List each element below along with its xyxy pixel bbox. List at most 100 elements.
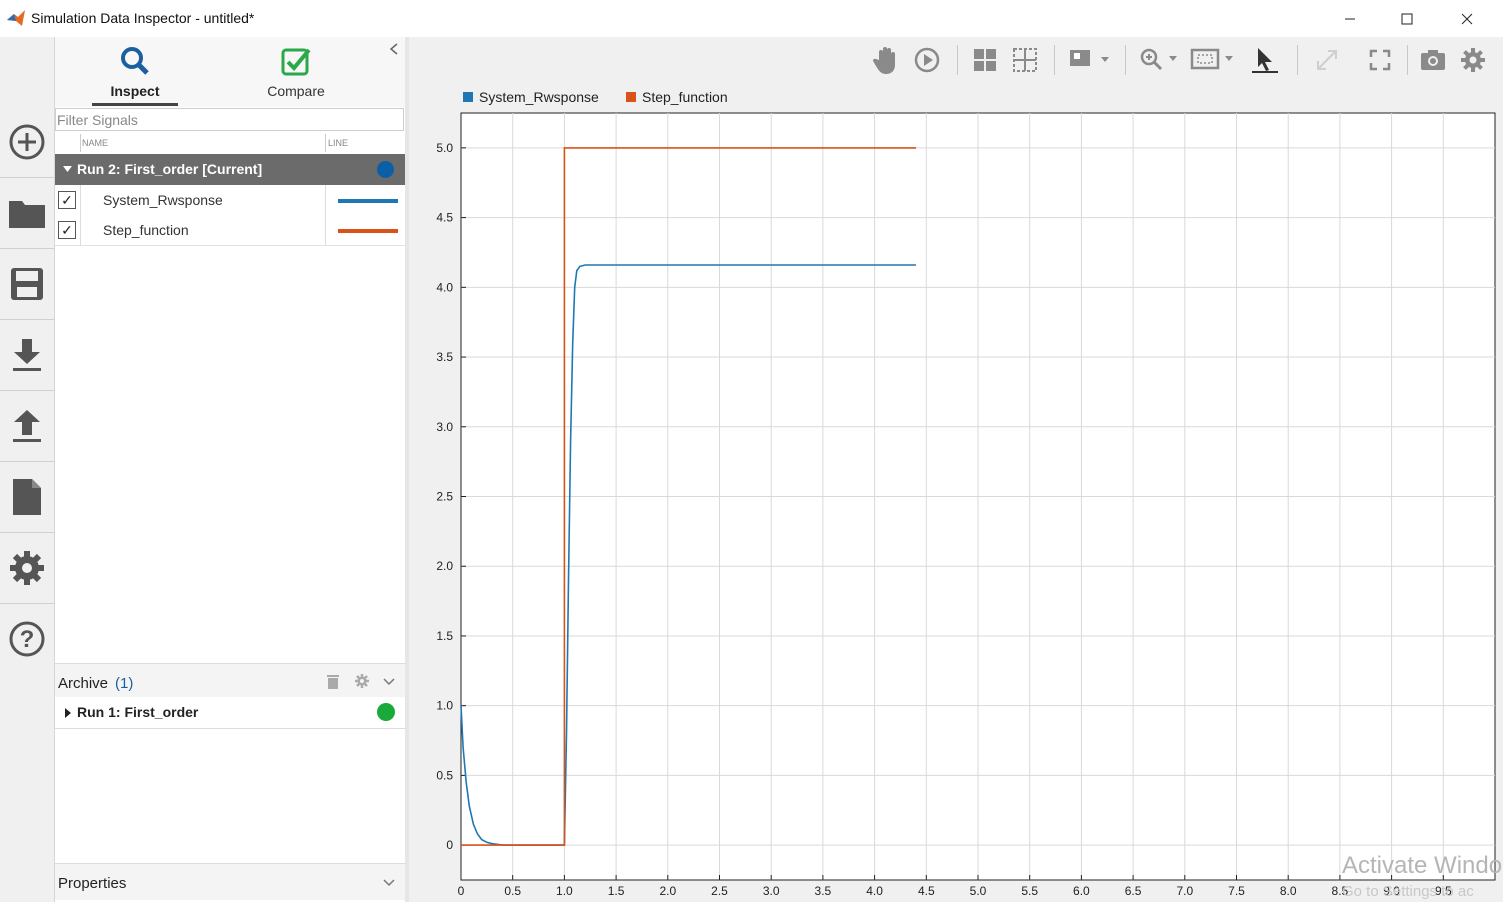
- x-tick-label: 5.0: [970, 884, 987, 898]
- tab-inspect-label: Inspect: [110, 83, 160, 99]
- column-header: NAME LINE: [55, 134, 405, 152]
- activation-watermark: Activate Windo: [1342, 852, 1503, 879]
- divider: [325, 215, 326, 245]
- current-run-label: Run 2: First_order [Current]: [77, 161, 263, 177]
- signal-row[interactable]: ✓ Step_function: [55, 215, 405, 246]
- signal-row[interactable]: ✓ System_Rwsponse: [55, 185, 405, 215]
- archive-count: (1): [115, 675, 134, 692]
- maximize-button[interactable]: [1384, 0, 1430, 37]
- y-tick-label: 3.0: [436, 420, 453, 434]
- x-tick-label: 6.0: [1073, 884, 1090, 898]
- x-tick-label: 3.0: [763, 884, 780, 898]
- filter-signals-input[interactable]: Filter Signals: [55, 108, 404, 131]
- chevron-left-icon: [389, 43, 398, 55]
- activation-watermark-sub: Go to Settings to ac: [1342, 883, 1474, 900]
- run-color-indicator[interactable]: [377, 703, 395, 721]
- x-tick-label: 7.0: [1176, 884, 1193, 898]
- import-icon: [13, 339, 41, 371]
- y-tick-label: 0.5: [436, 768, 453, 782]
- compare-check-icon: [281, 48, 311, 76]
- new-run-icon: [9, 124, 45, 160]
- divider: [325, 185, 326, 215]
- y-tick-label: 1.0: [436, 699, 453, 713]
- x-tick-label: 2.0: [659, 884, 676, 898]
- divider: [325, 134, 326, 152]
- column-line-label: LINE: [328, 138, 349, 148]
- x-tick-label: 3.5: [815, 884, 832, 898]
- y-tick-label: 0: [446, 838, 453, 852]
- report-icon: [13, 479, 41, 515]
- x-tick-label: 1.5: [608, 884, 625, 898]
- archived-run-row[interactable]: Run 1: First_order: [55, 698, 405, 729]
- tab-compare[interactable]: Compare: [231, 37, 361, 107]
- archived-run-label: Run 1: First_order: [77, 704, 199, 720]
- divider: [80, 215, 81, 245]
- x-tick-label: 4.0: [866, 884, 883, 898]
- title-bar: Simulation Data Inspector - untitled*: [0, 0, 1503, 37]
- y-tick-label: 5.0: [436, 141, 453, 155]
- settings-button[interactable]: [0, 533, 54, 603]
- y-tick-label: 4.5: [436, 211, 453, 225]
- left-toolbar: ?: [0, 37, 55, 902]
- new-run-button[interactable]: [0, 107, 54, 177]
- active-tab-indicator: [92, 103, 178, 106]
- properties-header[interactable]: Properties: [55, 863, 405, 900]
- signal-checkbox[interactable]: ✓: [58, 191, 76, 209]
- line-chart[interactable]: 0 0.5 1.0 1.5 2.0 2.5 3.0 3.5 4.0 4.5 5.0 5.5 6.0 6.5…: [409, 37, 1503, 902]
- caret-down-icon[interactable]: [63, 166, 72, 173]
- help-icon: ?: [9, 621, 45, 657]
- archive-label: Archive: [58, 675, 109, 692]
- save-icon: [11, 268, 43, 300]
- chevron-down-icon[interactable]: [383, 879, 395, 887]
- export-icon: [13, 410, 41, 442]
- report-button[interactable]: [0, 462, 54, 532]
- run-color-indicator[interactable]: [377, 161, 394, 178]
- tab-bar: Inspect Compare: [55, 37, 405, 107]
- archive-header[interactable]: Archive (1): [55, 663, 405, 697]
- chevron-down-icon[interactable]: [383, 678, 395, 686]
- x-tick-label: 1.0: [556, 884, 573, 898]
- tab-compare-label: Compare: [267, 83, 325, 99]
- x-tick-label: 7.5: [1228, 884, 1245, 898]
- archive-settings-icon[interactable]: [355, 674, 369, 688]
- current-run-row[interactable]: Run 2: First_order [Current]: [55, 154, 405, 185]
- signal-checkbox[interactable]: ✓: [58, 221, 76, 239]
- x-tick-label: 2.5: [711, 884, 728, 898]
- plot-area: System_Rwsponse Step_function 0 0.5 1.0 1.5…: [409, 37, 1503, 902]
- help-button[interactable]: ?: [0, 604, 54, 674]
- y-tick-label: 2.5: [436, 490, 453, 504]
- matlab-logo-icon: [7, 10, 25, 26]
- caret-right-icon[interactable]: [65, 708, 71, 718]
- x-tick-label: 0.5: [504, 884, 521, 898]
- settings-icon: [10, 551, 44, 585]
- x-tick-label: 0: [458, 884, 465, 898]
- y-tick-label: 2.0: [436, 559, 453, 573]
- trash-icon[interactable]: [327, 674, 339, 689]
- line-style-swatch[interactable]: [338, 229, 398, 233]
- x-tick-label: 4.5: [918, 884, 935, 898]
- signal-name: System_Rwsponse: [103, 192, 223, 208]
- tab-inspect[interactable]: Inspect: [70, 37, 200, 107]
- line-style-swatch[interactable]: [338, 199, 398, 203]
- open-folder-icon: [9, 201, 45, 228]
- minimize-button[interactable]: [1327, 0, 1373, 37]
- import-button[interactable]: [0, 320, 54, 390]
- save-button[interactable]: [0, 249, 54, 319]
- y-tick-label: 3.5: [436, 350, 453, 364]
- window-title: Simulation Data Inspector - untitled*: [31, 10, 255, 26]
- divider: [80, 134, 81, 152]
- collapse-panel-button[interactable]: [389, 42, 399, 58]
- x-tick-label: 6.5: [1125, 884, 1142, 898]
- signal-name: Step_function: [103, 222, 189, 238]
- search-icon: [121, 47, 149, 75]
- x-tick-label: 5.5: [1021, 884, 1038, 898]
- y-tick-label: 1.5: [436, 629, 453, 643]
- export-button[interactable]: [0, 391, 54, 461]
- open-button[interactable]: [0, 178, 54, 248]
- close-button[interactable]: [1444, 0, 1490, 37]
- svg-text:?: ?: [20, 626, 35, 653]
- column-name-label: NAME: [82, 138, 109, 148]
- signal-panel: Inspect Compare Filter Signals NAME LINE…: [55, 37, 405, 902]
- properties-label: Properties: [58, 875, 127, 892]
- divider: [80, 185, 81, 215]
